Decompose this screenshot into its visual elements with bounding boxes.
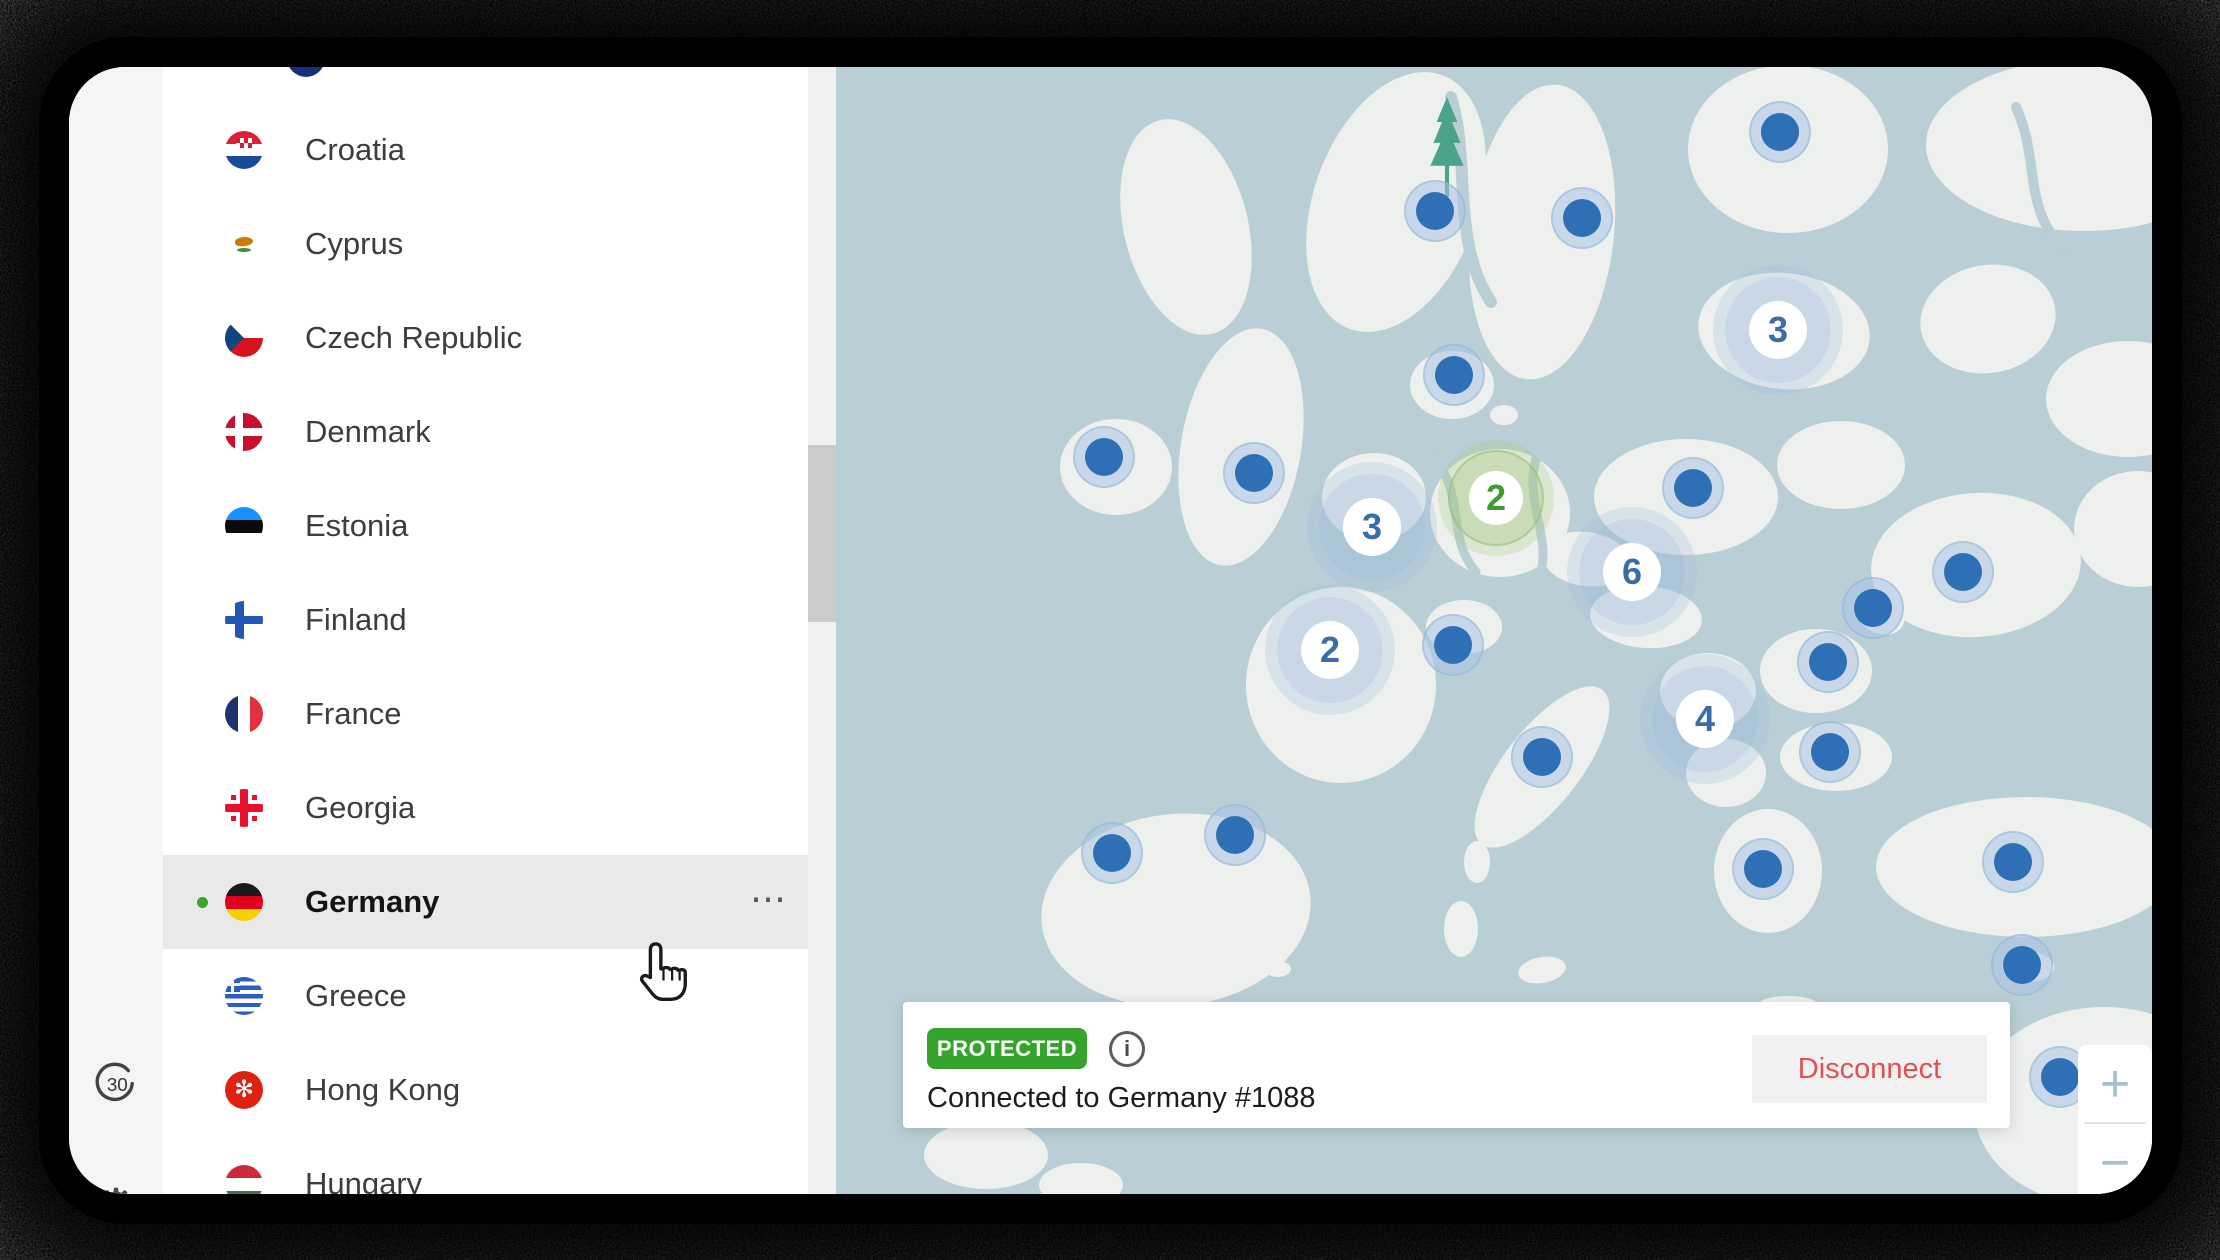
cluster-bubble: 3 xyxy=(1343,498,1401,556)
zoom-in-button[interactable]: + xyxy=(2078,1045,2152,1122)
country-label: Cyprus xyxy=(305,226,403,262)
cluster-count: 6 xyxy=(1622,551,1642,593)
country-label: Czech Republic xyxy=(305,320,522,356)
row-options-ellipsis[interactable]: ⋯ xyxy=(750,878,788,920)
cz-flag-icon xyxy=(225,319,263,357)
ge-flag-icon xyxy=(225,789,263,827)
partial-flag-icon xyxy=(287,67,325,77)
country-row-gr[interactable]: Greece xyxy=(163,949,808,1043)
dot-core xyxy=(1235,454,1273,492)
dot-core xyxy=(1416,192,1454,230)
dot-core xyxy=(1216,816,1254,854)
country-label: Croatia xyxy=(305,132,405,168)
pause-timer-icon[interactable]: 30 xyxy=(69,1055,163,1111)
country-row-cz[interactable]: Czech Republic xyxy=(163,291,808,385)
connection-status-bar: PROTECTED i Connected to Germany #1088 D… xyxy=(903,1002,2010,1128)
country-label: Estonia xyxy=(305,508,408,544)
gr-flag-icon xyxy=(225,977,263,1015)
timer-label: 30 xyxy=(107,1074,128,1095)
connected-indicator-dot xyxy=(197,897,208,908)
cluster-count: 2 xyxy=(1486,477,1506,519)
country-list-panel: Croatia Cyprus Czech Republic Denmark Estoni… xyxy=(163,67,836,1194)
fi-flag-icon xyxy=(225,601,263,639)
country-list-items: Croatia Cyprus Czech Republic Denmark Estoni… xyxy=(163,103,808,1194)
hu-flag-icon xyxy=(225,1165,263,1194)
country-label: Finland xyxy=(305,602,407,638)
dot-core xyxy=(1563,199,1601,237)
country-row-de[interactable]: Germany ⋯ xyxy=(163,855,808,949)
dk-flag-icon xyxy=(225,413,263,451)
country-row-dk[interactable]: Denmark xyxy=(163,385,808,479)
country-row-hr[interactable]: Croatia xyxy=(163,103,808,197)
connection-text: Connected to Germany #1088 xyxy=(927,1082,1316,1115)
cluster-bubble: 3 xyxy=(1749,301,1807,359)
dot-core xyxy=(1854,589,1892,627)
left-icon-rail: 30 ⚙ xyxy=(69,67,163,1194)
dot-core xyxy=(2041,1058,2079,1096)
dot-core xyxy=(1435,356,1473,394)
disconnect-button[interactable]: Disconnect xyxy=(1752,1035,1987,1103)
country-label: Hungary xyxy=(305,1166,422,1194)
screenshot-stage: { "app": { "description": "NordVPN conne… xyxy=(0,0,2220,1260)
cluster-count: 4 xyxy=(1695,698,1715,740)
country-row-hk[interactable]: Hong Kong xyxy=(163,1043,808,1137)
cluster-bubble: 4 xyxy=(1676,690,1734,748)
country-row-ee[interactable]: Estonia xyxy=(163,479,808,573)
country-label: Georgia xyxy=(305,790,415,826)
hk-flag-icon xyxy=(225,1071,263,1109)
cluster-bubble: 2 xyxy=(1301,621,1359,679)
dot-core xyxy=(1093,834,1131,872)
dot-core xyxy=(1085,438,1123,476)
nordvpn-window: 30 ⚙ Croatia Cyprus Czech Republic Denmark E… xyxy=(69,67,2152,1194)
dot-core xyxy=(1761,113,1799,151)
country-label: Germany xyxy=(305,884,439,920)
cluster-bubble: 6 xyxy=(1603,543,1661,601)
dot-core xyxy=(1994,843,2032,881)
dot-core xyxy=(1744,850,1782,888)
dot-core xyxy=(1809,643,1847,681)
hand-cursor-icon xyxy=(635,939,695,1012)
sidebar-scrollbar[interactable] xyxy=(808,67,836,1194)
cluster-count: 2 xyxy=(1320,629,1340,671)
cluster-bubble: 2 xyxy=(1469,471,1523,525)
dot-core xyxy=(2003,946,2041,984)
country-row-ge[interactable]: Georgia xyxy=(163,761,808,855)
protected-badge: PROTECTED xyxy=(927,1028,1087,1069)
cluster-count: 3 xyxy=(1362,506,1382,548)
hr-flag-icon xyxy=(225,131,263,169)
map-zoom-controls: + − xyxy=(2078,1045,2152,1194)
dot-core xyxy=(1674,469,1712,507)
country-label: Denmark xyxy=(305,414,431,450)
settings-gear-icon[interactable]: ⚙ xyxy=(69,1175,163,1194)
de-flag-icon xyxy=(225,883,263,921)
dot-core xyxy=(1434,626,1472,664)
zoom-out-button[interactable]: − xyxy=(2078,1124,2152,1194)
country-row-hu[interactable]: Hungary xyxy=(163,1137,808,1194)
country-label: Hong Kong xyxy=(305,1072,460,1108)
country-row-fi[interactable]: Finland xyxy=(163,573,808,667)
info-icon[interactable]: i xyxy=(1109,1031,1145,1067)
cluster-count: 3 xyxy=(1768,309,1788,351)
scrollbar-thumb[interactable] xyxy=(808,445,836,622)
country-label: Greece xyxy=(305,978,407,1014)
dot-core xyxy=(1944,553,1982,591)
cy-flag-icon xyxy=(225,225,263,263)
dot-core xyxy=(1523,738,1561,776)
map-panel[interactable]: 3 2 3 6 2 4 PROTECTED i Connected to Germany … xyxy=(836,67,2152,1194)
country-label: France xyxy=(305,696,401,732)
country-row-fr[interactable]: France xyxy=(163,667,808,761)
country-row-cy[interactable]: Cyprus xyxy=(163,197,808,291)
ee-flag-icon xyxy=(225,507,263,545)
dot-core xyxy=(1811,733,1849,771)
fr-flag-icon xyxy=(225,695,263,733)
